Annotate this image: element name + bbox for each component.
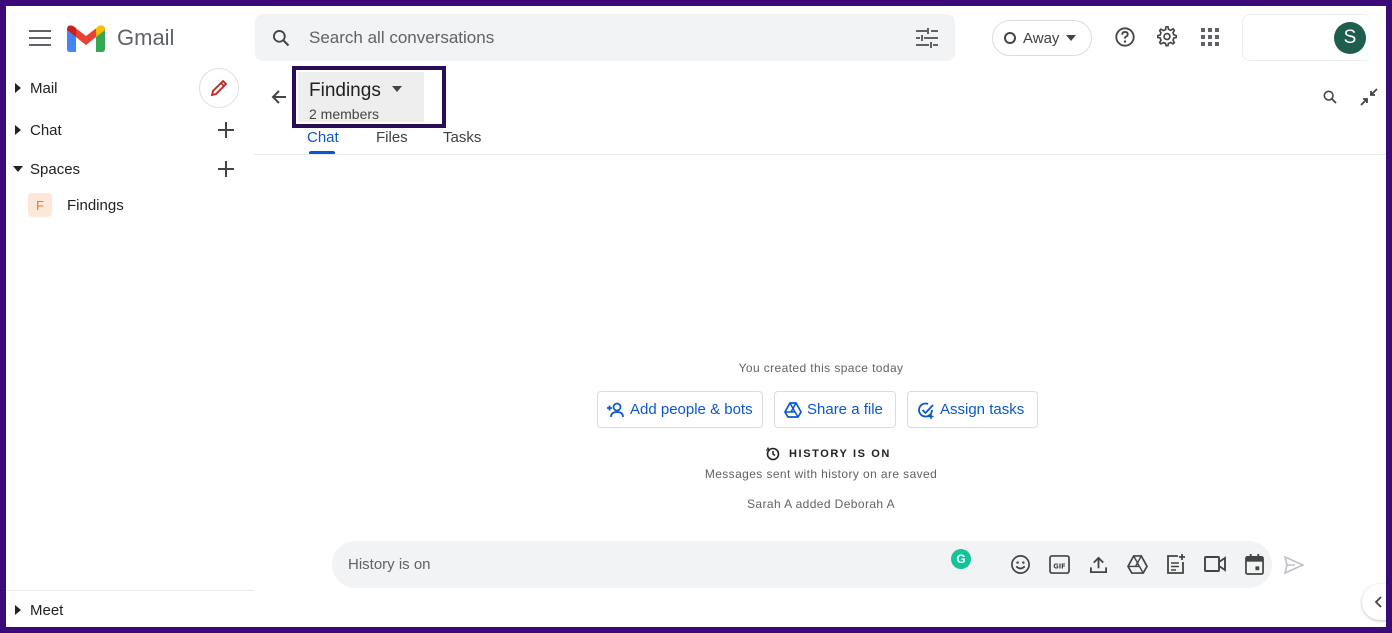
support-button[interactable]: [1105, 17, 1145, 57]
member-added-event: Sarah A added Deborah A: [747, 497, 895, 511]
send-icon: [1284, 556, 1304, 574]
space-created-text: You created this space today: [738, 361, 904, 375]
action-label: Add people & bots: [630, 401, 753, 418]
main-menu-button[interactable]: [20, 18, 60, 58]
history-label: HISTORY IS ON: [789, 448, 891, 460]
action-label: Assign tasks: [940, 401, 1025, 418]
tune-icon: [916, 28, 938, 48]
caret-down-icon: [1066, 35, 1077, 41]
video-camera-icon: [1204, 556, 1226, 572]
search-bar: [255, 14, 955, 61]
space-avatar: F: [28, 193, 52, 217]
status-label: Away: [1023, 29, 1060, 47]
google-apps-button[interactable]: [1190, 17, 1230, 57]
search-icon: [1323, 90, 1337, 104]
calendar-invite-button[interactable]: [1238, 548, 1270, 580]
drive-icon: [784, 401, 802, 418]
history-description: Messages sent with history on are saved: [704, 467, 938, 481]
history-status: HISTORY IS ON: [766, 446, 891, 462]
space-header-highlight: Findings 2 members: [292, 66, 446, 128]
settings-button[interactable]: [1147, 17, 1187, 57]
gmail-logo-icon[interactable]: [67, 24, 105, 52]
gif-button[interactable]: GIF: [1043, 548, 1075, 580]
gear-icon: [1157, 26, 1177, 47]
gif-icon: GIF: [1048, 554, 1070, 574]
grammarly-icon[interactable]: G: [951, 549, 971, 569]
brand-name: Gmail: [117, 25, 175, 50]
space-title[interactable]: Findings: [309, 80, 381, 102]
message-composer: G GIF: [332, 541, 1272, 588]
caret-right-icon: [15, 605, 21, 615]
add-task-icon: [918, 402, 934, 419]
sidebar-item-label: Chat: [30, 121, 62, 139]
help-icon: [1115, 27, 1135, 47]
member-count: 2 members: [309, 106, 380, 122]
sidebar-item-meet[interactable]: Meet: [6, 595, 246, 625]
svg-text:GIF: GIF: [1053, 562, 1065, 570]
side-panel-toggle[interactable]: [1362, 584, 1386, 620]
space-header[interactable]: Findings 2 members: [298, 72, 424, 122]
apps-grid-icon: [1201, 28, 1219, 46]
sidebar-divider: [6, 590, 254, 591]
space-name: Findings: [67, 196, 124, 214]
upload-icon: [1089, 556, 1107, 573]
message-input[interactable]: [348, 553, 908, 575]
calendar-icon: [1244, 553, 1264, 575]
drive-icon: [1126, 554, 1148, 574]
sidebar-item-label: Mail: [30, 79, 58, 97]
add-people-button[interactable]: Add people & bots: [597, 391, 763, 428]
upload-file-button[interactable]: [1082, 548, 1114, 580]
caret-right-icon: [15, 83, 21, 93]
status-selector[interactable]: Away: [992, 20, 1092, 56]
action-label: Share a file: [807, 401, 883, 418]
collapse-arrows-icon: [1360, 88, 1378, 106]
menu-icon: [29, 30, 51, 46]
search-icon: [273, 30, 290, 47]
create-space-button[interactable]: [210, 153, 242, 185]
add-document-icon: [1167, 554, 1185, 574]
away-status-icon: [1004, 32, 1016, 44]
search-options-button[interactable]: [907, 18, 947, 58]
plus-icon: [218, 122, 234, 138]
tab-files[interactable]: Files: [376, 129, 408, 146]
sidebar-item-label: Spaces: [30, 160, 81, 178]
search-input[interactable]: [309, 26, 869, 50]
assign-tasks-button[interactable]: Assign tasks: [907, 391, 1038, 428]
account-avatar[interactable]: S: [1334, 22, 1366, 54]
new-message-button[interactable]: [199, 68, 239, 108]
sidebar-item-label: Meet: [30, 601, 64, 619]
search-in-space-button[interactable]: [1314, 81, 1346, 113]
drive-file-button[interactable]: [1121, 548, 1153, 580]
add-document-button[interactable]: [1160, 548, 1192, 580]
person-add-icon: [607, 402, 624, 417]
arrow-back-icon: [271, 90, 286, 104]
video-meeting-button[interactable]: [1199, 548, 1231, 580]
start-chat-button[interactable]: [210, 114, 242, 146]
minimize-button[interactable]: [1353, 81, 1385, 113]
gmail-window: Gmail Away S Mail Chat S: [6, 6, 1386, 627]
pencil-icon: [210, 79, 228, 97]
caret-down-icon: [13, 166, 23, 172]
search-button[interactable]: [261, 18, 301, 58]
back-button[interactable]: [262, 80, 296, 114]
history-icon: [766, 447, 780, 461]
caret-right-icon: [15, 125, 21, 135]
caret-down-icon[interactable]: [392, 86, 402, 92]
tabs-divider: [254, 154, 1386, 155]
share-file-button[interactable]: Share a file: [774, 391, 896, 428]
tab-tasks[interactable]: Tasks: [443, 129, 481, 146]
plus-icon: [218, 161, 234, 177]
chevron-left-icon: [1374, 596, 1382, 608]
tab-chat[interactable]: Chat: [307, 129, 339, 146]
emoji-button[interactable]: [1004, 548, 1036, 580]
space-list-item[interactable]: F Findings: [24, 190, 244, 220]
send-button[interactable]: [1277, 548, 1311, 582]
emoji-icon: [1010, 554, 1030, 574]
